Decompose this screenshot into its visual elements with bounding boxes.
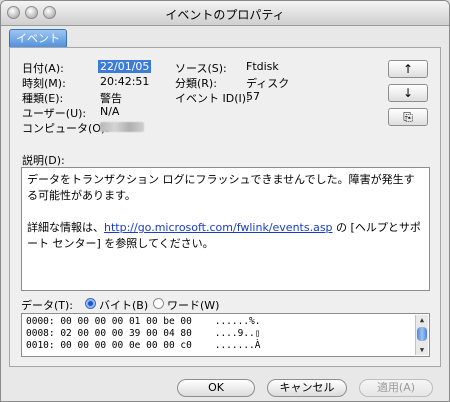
tab-event[interactable]: イベント — [9, 29, 67, 49]
time-label: 時刻(M): — [22, 77, 66, 90]
event-properties-window: イベントのプロパティ イベント 日付(A): 時刻(M): 種類(E): ユーザ… — [0, 0, 450, 402]
user-label: ユーザー(U): — [22, 107, 87, 120]
type-label: 種類(E): — [22, 92, 64, 105]
description-prefix: 詳細な情報は、 — [27, 221, 104, 234]
time-value: 20:42:51 — [100, 75, 150, 88]
computer-label: コンピュータ(O): — [22, 122, 109, 135]
data-label: データ(T): — [21, 299, 74, 312]
window-title: イベントのプロパティ — [165, 8, 285, 22]
apply-button[interactable]: 適用(A) — [359, 379, 433, 397]
source-label: ソース(S): — [175, 62, 227, 75]
source-value: Ftdisk — [246, 60, 279, 73]
next-event-button[interactable]: ↓ — [388, 84, 428, 102]
date-label: 日付(A): — [22, 62, 64, 75]
event-id-label: イベント ID(I): — [175, 92, 250, 105]
cancel-button[interactable]: キャンセル — [267, 379, 347, 397]
scroll-up-icon[interactable]: ▲ — [416, 315, 428, 325]
title-bar: イベントのプロパティ — [1, 1, 449, 26]
words-radio-label[interactable]: ワード(W) — [167, 297, 219, 313]
scroll-thumb[interactable] — [417, 327, 427, 341]
user-value: N/A — [100, 105, 120, 118]
description-line-2: 詳細な情報は、http://go.microsoft.com/fwlink/ev… — [27, 220, 424, 252]
scroll-down-icon[interactable]: ▼ — [416, 345, 428, 355]
event-id-value: 57 — [246, 90, 260, 103]
hex-row: 0000: 00 00 00 00 01 00 be 00 ......%. — [26, 316, 261, 327]
data-hex-view[interactable]: 0000: 00 00 00 00 01 00 be 00 ......%. 0… — [21, 313, 430, 357]
category-label: 分類(R): — [175, 77, 217, 90]
ok-button[interactable]: OK — [177, 379, 255, 397]
arrow-up-icon: ↑ — [402, 62, 414, 76]
description-line-1: データをトランザクション ログにフラッシュできませんでした。障害が発生する可能性… — [27, 173, 415, 202]
description-text[interactable]: データをトランザクション ログにフラッシュできませんでした。障害が発生する可能性… — [21, 167, 430, 291]
previous-event-button[interactable]: ↑ — [388, 60, 428, 78]
bytes-radio-label[interactable]: バイト(B) — [99, 297, 148, 313]
category-value: ディスク — [246, 77, 290, 90]
description-label: 説明(D): — [22, 154, 65, 167]
copy-event-button[interactable]: ⎘ — [388, 108, 428, 126]
hex-row: 0010: 00 00 00 00 0e 00 00 c0 .......À — [26, 340, 261, 351]
help-link[interactable]: http://go.microsoft.com/fwlink/events.as… — [104, 221, 333, 234]
hex-row: 0008: 02 00 00 00 39 00 04 80 ....9..▯ — [26, 328, 261, 339]
type-value: 警告 — [100, 92, 122, 105]
arrow-down-icon: ↓ — [402, 86, 414, 100]
date-value[interactable]: 22/01/05 — [98, 60, 152, 73]
hex-scrollbar[interactable]: ▲ ▼ — [415, 315, 428, 355]
words-radio[interactable] — [153, 298, 164, 309]
copy-icon: ⎘ — [403, 110, 413, 124]
computer-value-redacted — [100, 122, 144, 132]
bytes-radio[interactable] — [85, 298, 96, 309]
